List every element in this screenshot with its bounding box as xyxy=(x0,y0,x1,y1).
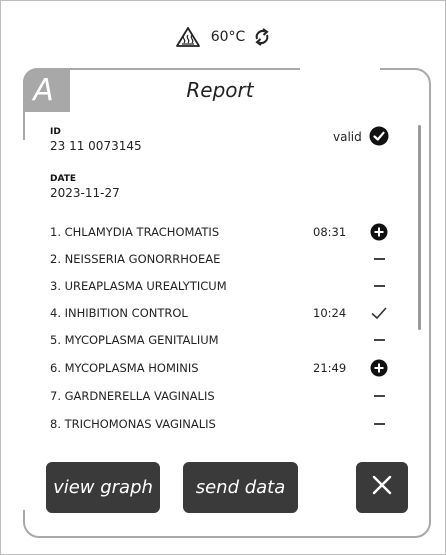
result-name: 8. TRICHOMONAS VAGINALIS xyxy=(50,417,216,431)
result-row: 3. UREAPLASMA UREALYTICUM xyxy=(50,275,395,297)
validity-text: valid xyxy=(333,130,362,144)
close-icon xyxy=(371,474,393,501)
date-label: DATE xyxy=(50,174,77,184)
card-border-gap-top xyxy=(300,64,380,72)
result-row: 5. MYCOPLASMA GENITALIUM xyxy=(50,329,395,351)
result-time: 21:49 xyxy=(313,361,347,375)
close-button[interactable] xyxy=(356,462,408,513)
sync-icon[interactable] xyxy=(253,27,271,47)
date-value: 2023-11-27 xyxy=(50,186,120,200)
result-name: 7. GARDNERELLA VAGINALIS xyxy=(50,389,215,403)
plus-circle-icon xyxy=(368,221,390,243)
dash-icon xyxy=(368,329,390,351)
plus-circle-icon xyxy=(368,357,390,379)
dash-icon xyxy=(368,275,390,297)
send-data-button[interactable]: send data xyxy=(183,462,298,513)
page-title: Report xyxy=(186,78,254,102)
result-time: 08:31 xyxy=(313,225,347,239)
id-value: 23 11 0073145 xyxy=(50,139,142,153)
temperature-readout: 60°C xyxy=(210,29,246,45)
result-name: 3. UREAPLASMA UREALYTICUM xyxy=(50,279,227,293)
dash-icon xyxy=(368,248,390,270)
id-label: ID xyxy=(50,127,61,137)
result-row: 7. GARDNERELLA VAGINALIS xyxy=(50,385,395,407)
result-time: 10:24 xyxy=(313,306,347,320)
dash-icon xyxy=(368,385,390,407)
check-circle-icon xyxy=(369,126,389,150)
view-graph-button[interactable]: view graph xyxy=(46,462,160,513)
result-row: 2. NEISSERIA GONORRHOEAE xyxy=(50,248,395,270)
card-border-gap-left-inner xyxy=(25,100,28,480)
result-row: 8. TRICHOMONAS VAGINALIS xyxy=(50,413,395,435)
checkmark-icon xyxy=(368,302,390,324)
scrollbar[interactable] xyxy=(418,125,421,330)
result-row: 6. MYCOPLASMA HOMINIS 21:49 xyxy=(50,357,395,379)
result-row: 1. CHLAMYDIA TRACHOMATIS 08:31 xyxy=(50,221,395,243)
report-badge: A xyxy=(23,68,70,112)
status-bar: 60°C xyxy=(0,22,446,52)
heater-warning-icon xyxy=(175,26,201,48)
result-name: 5. MYCOPLASMA GENITALIUM xyxy=(50,333,219,347)
dash-icon xyxy=(368,413,390,435)
result-name: 2. NEISSERIA GONORRHOEAE xyxy=(50,252,221,266)
result-row: 4. INHIBITION CONTROL 10:24 xyxy=(50,302,395,324)
